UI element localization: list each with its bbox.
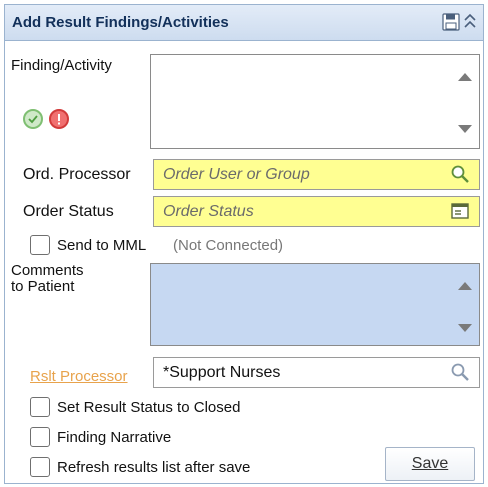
rslt-processor-link[interactable]: Rslt Processor [30,368,128,385]
search-icon[interactable] [450,164,470,184]
save-icon[interactable] [442,13,460,31]
error-circle-icon[interactable] [49,109,69,129]
refresh-results-checkbox[interactable] [30,457,50,477]
order-status-input[interactable]: Order Status [153,196,480,227]
send-to-mml-label: Send to MML [57,237,147,254]
ord-processor-label: Ord. Processor [23,166,131,183]
collapse-up-icon[interactable] [463,11,477,33]
ord-processor-input[interactable]: Order User or Group [153,159,480,190]
ord-processor-placeholder: Order User or Group [163,165,310,183]
scroll-down-icon[interactable] [458,125,472,133]
check-circle-icon[interactable] [23,109,43,129]
panel-header: Add Result Findings/Activities [5,5,483,41]
scroll-up-icon[interactable] [458,73,472,81]
comments-label-line2: to Patient [11,278,75,295]
order-status-placeholder: Order Status [163,202,254,220]
rslt-processor-input[interactable]: *Support Nurses [153,357,480,388]
rslt-processor-value: *Support Nurses [163,363,281,381]
send-to-mml-checkbox[interactable] [30,235,50,255]
add-result-findings-panel: Add Result Findings/Activities Finding/A… [4,4,484,484]
comments-label-line1: Comments [11,262,84,279]
set-result-closed-checkbox[interactable] [30,397,50,417]
finding-activity-label: Finding/Activity [11,57,112,74]
finding-narrative-checkbox[interactable] [30,427,50,447]
finding-activity-textarea[interactable] [150,54,480,149]
panel-title: Add Result Findings/Activities [12,14,229,31]
finding-narrative-label: Finding Narrative [57,429,172,446]
comments-to-patient-textarea[interactable] [150,263,480,346]
scroll-up-icon[interactable] [458,282,472,290]
save-button[interactable]: Save [385,447,475,481]
list-picker-icon[interactable] [451,203,469,219]
mml-connection-status: (Not Connected) [173,237,284,254]
set-result-closed-label: Set Result Status to Closed [57,399,241,416]
order-status-label: Order Status [23,203,114,220]
search-icon[interactable] [450,362,470,382]
scroll-down-icon[interactable] [458,324,472,332]
refresh-results-label: Refresh results list after save [57,459,251,476]
